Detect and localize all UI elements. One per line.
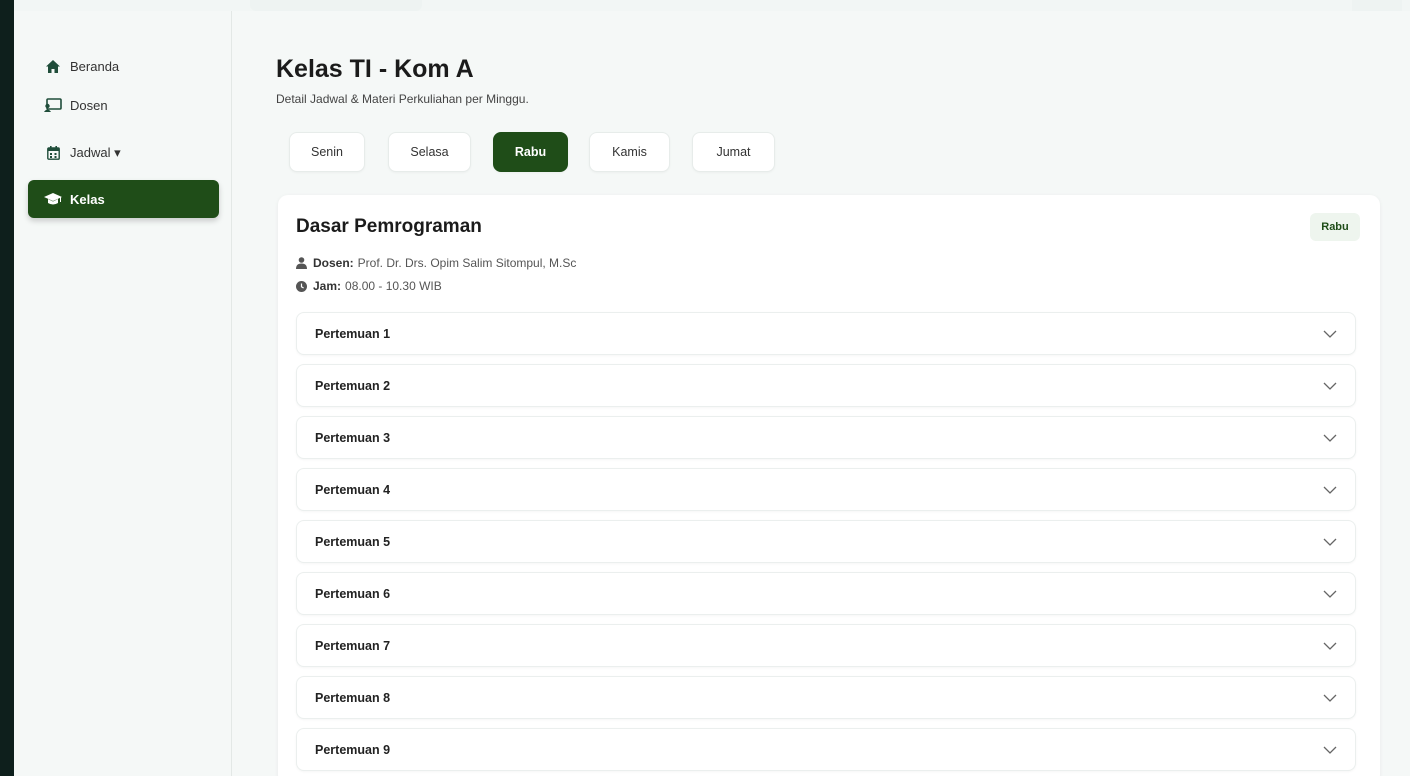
day-badge: Rabu [1310, 213, 1360, 241]
accordion-item-label: Pertemuan 1 [315, 326, 391, 341]
tab-jumat[interactable]: Jumat [692, 132, 775, 172]
accordion-item-label: Pertemuan 3 [315, 430, 391, 445]
home-icon [44, 58, 62, 74]
sidebar-item-dosen[interactable]: Dosen [28, 86, 219, 124]
chevron-down-icon [1323, 590, 1337, 598]
accordion-item-label: Pertemuan 7 [315, 638, 391, 653]
accordion-item[interactable]: Pertemuan 1 [296, 312, 1356, 355]
tab-rabu[interactable]: Rabu [493, 132, 568, 172]
graduation-cap-icon [44, 191, 62, 207]
time-label: Jam: [313, 279, 342, 293]
chevron-down-icon [1323, 434, 1337, 442]
chevron-down-icon [1323, 382, 1337, 390]
accordion-item[interactable]: Pertemuan 3 [296, 416, 1356, 459]
tab-senin[interactable]: Senin [289, 132, 365, 172]
accordion-item[interactable]: Pertemuan 7 [296, 624, 1356, 667]
accordion-item-label: Pertemuan 4 [315, 482, 391, 497]
accordion-item-label: Pertemuan 2 [315, 378, 391, 393]
sidebar: Beranda Dosen Jadwal ▾ Kelas [14, 11, 232, 776]
tab-kamis[interactable]: Kamis [589, 132, 670, 172]
lecturer-name: Prof. Dr. Drs. Opim Salim Sitompul, M.Sc [357, 256, 577, 270]
chevron-down-icon [1323, 330, 1337, 338]
chevron-down-icon [1323, 642, 1337, 650]
accordion-item[interactable]: Pertemuan 4 [296, 468, 1356, 511]
sidebar-item-beranda[interactable]: Beranda [28, 47, 219, 85]
top-bar [14, 0, 1410, 11]
course-card: Dasar Pemrograman Rabu Dosen: Prof. Dr. … [278, 195, 1380, 776]
chevron-down-icon [1323, 746, 1337, 754]
app-window: Beranda Dosen Jadwal ▾ Kelas Kelas TI - … [14, 11, 1410, 776]
accordion-item[interactable]: Pertemuan 5 [296, 520, 1356, 563]
accordion-item-label: Pertemuan 8 [315, 690, 391, 705]
top-bar-segment [250, 0, 422, 11]
chevron-down-icon [1323, 694, 1337, 702]
accordion-item-label: Pertemuan 5 [315, 534, 391, 549]
sidebar-item-label: Dosen [70, 97, 108, 113]
sidebar-item-label: Jadwal ▾ [70, 145, 121, 160]
chalkboard-teacher-icon [44, 97, 62, 113]
user-icon [296, 257, 308, 269]
sidebar-item-label: Beranda [70, 58, 120, 74]
sidebar-item-jadwal[interactable]: Jadwal ▾ [28, 134, 219, 172]
time-info: Jam: 08.00 - 10.30 WIB [296, 279, 442, 293]
calendar-icon [44, 145, 62, 161]
accordion-item[interactable]: Pertemuan 6 [296, 572, 1356, 615]
chevron-down-icon [1323, 486, 1337, 494]
lecturer-label: Dosen: [313, 256, 354, 270]
main-content: Kelas TI - Kom A Detail Jadwal & Materi … [233, 11, 1410, 776]
sidebar-item-label: Kelas [70, 191, 105, 207]
top-bar-segment [1352, 0, 1402, 11]
time-value: 08.00 - 10.30 WIB [345, 279, 442, 293]
course-title: Dasar Pemrograman [296, 216, 482, 237]
page-subtitle: Detail Jadwal & Materi Perkuliahan per M… [276, 92, 529, 106]
page-title: Kelas TI - Kom A [276, 55, 474, 83]
accordion-item-label: Pertemuan 6 [315, 586, 391, 601]
accordion-item[interactable]: Pertemuan 9 [296, 728, 1356, 771]
clock-icon [296, 280, 308, 292]
chevron-down-icon [1323, 538, 1337, 546]
sidebar-item-kelas[interactable]: Kelas [28, 180, 219, 218]
lecturer-info: Dosen: Prof. Dr. Drs. Opim Salim Sitompu… [296, 256, 576, 270]
accordion-item[interactable]: Pertemuan 2 [296, 364, 1356, 407]
accordion-item-label: Pertemuan 9 [315, 742, 391, 757]
accordion-item[interactable]: Pertemuan 8 [296, 676, 1356, 719]
tab-selasa[interactable]: Selasa [388, 132, 471, 172]
